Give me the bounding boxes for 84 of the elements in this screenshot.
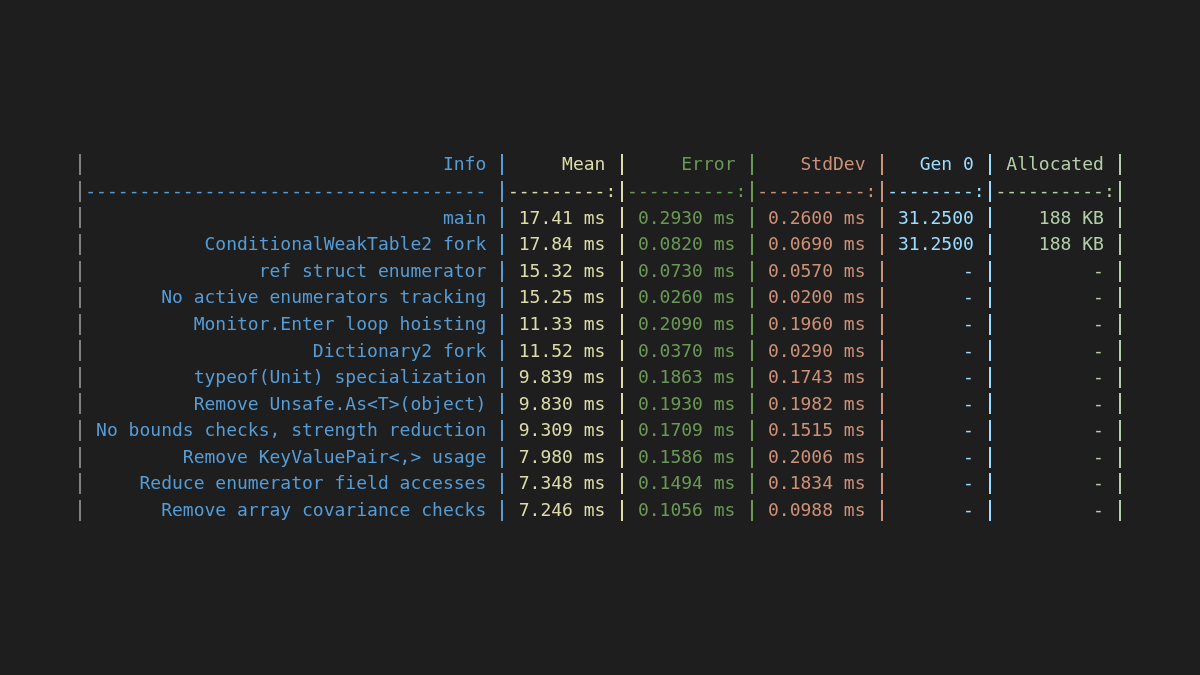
table-cell-text: - <box>962 444 975 469</box>
column-header: Info <box>441 152 488 177</box>
table-cell-text: 0.0370 ms <box>636 338 737 363</box>
table-cell-text: 0.0988 ms <box>766 498 867 523</box>
table-cell-text: ConditionalWeakTable2 fork <box>203 232 488 257</box>
table-cell-text: - <box>962 498 975 523</box>
table-cell-text: - <box>1092 338 1105 363</box>
table-cell-text: 188 KB <box>1037 205 1105 230</box>
table-cell-text: - <box>1092 258 1105 283</box>
table-cell-text: - <box>962 471 975 496</box>
table-cell-text: Remove Unsafe.As<T>(object) <box>192 391 488 416</box>
table-cell-text: Dictionary2 fork <box>311 338 488 363</box>
separator-text: ------------------------------------- <box>85 178 488 203</box>
table-cell-text: - <box>962 365 975 390</box>
table-cell-text: 15.32 ms <box>517 258 607 283</box>
table-cell-text: - <box>1092 391 1105 416</box>
table-cell-text: 7.246 ms <box>517 498 607 523</box>
table-cell-text: 0.0820 ms <box>636 232 737 257</box>
separator-text: ----------: <box>757 178 877 203</box>
column-header: Error <box>680 152 737 177</box>
table-cell-text: 0.1982 ms <box>766 391 867 416</box>
table-cell-text: Monitor.Enter loop hoisting <box>192 311 488 336</box>
table-cell-text: - <box>1092 444 1105 469</box>
table-cell-text: 0.1709 ms <box>636 418 737 443</box>
table-cell-text: 0.2090 ms <box>636 311 737 336</box>
table-cell-text: - <box>962 258 975 283</box>
table-cell-text: 0.2006 ms <box>766 444 867 469</box>
table-cell-text: 0.2930 ms <box>636 205 737 230</box>
table-cell-text: 0.1586 ms <box>636 444 737 469</box>
table-cell-text: 17.84 ms <box>517 232 607 257</box>
table-cell-text: - <box>1092 471 1105 496</box>
table-cell-text: 0.1494 ms <box>636 471 737 496</box>
table-cell-text: No active enumerators tracking <box>160 285 488 310</box>
table-cell-text: 7.348 ms <box>517 471 607 496</box>
table-cell-text: - <box>962 311 975 336</box>
table-cell-text: 31.2500 <box>897 232 975 257</box>
separator-text: --------: <box>887 178 985 203</box>
table-cell-text: 0.1930 ms <box>636 391 737 416</box>
separator-text: ---------: <box>507 178 617 203</box>
table-cell-text: 9.830 ms <box>517 391 607 416</box>
table-cell-text: - <box>962 285 975 310</box>
table-cell-text: main <box>441 205 488 230</box>
column-header: Allocated <box>1005 152 1105 177</box>
table-cell-text: No bounds checks, strength reduction <box>95 418 488 443</box>
table-cell-text: 9.309 ms <box>517 418 607 443</box>
table-cell-text: 188 KB <box>1037 232 1105 257</box>
table-cell-text: 0.0570 ms <box>766 258 867 283</box>
table-cell-text: 0.1056 ms <box>636 498 737 523</box>
table-cell-text: 11.52 ms <box>517 338 607 363</box>
table-cell-text: 15.25 ms <box>517 285 607 310</box>
table-cell-text: Remove KeyValuePair<,> usage <box>181 444 488 469</box>
column-header: Mean <box>561 152 607 177</box>
table-cell-text: typeof(Unit) specialization <box>192 365 488 390</box>
table-cell-text: ref struct enumerator <box>257 258 488 283</box>
table-cell-text: Remove array covariance checks <box>160 498 488 523</box>
table-cell-text: 0.0290 ms <box>766 338 867 363</box>
table-cell-text: Reduce enumerator field accesses <box>138 471 488 496</box>
table-cell-text: 0.1743 ms <box>766 365 867 390</box>
table-cell-text: 0.1834 ms <box>766 471 867 496</box>
table-cell-text: 0.0730 ms <box>636 258 737 283</box>
table-cell-text: - <box>1092 418 1105 443</box>
table-cell-text: 0.1515 ms <box>766 418 867 443</box>
table-cell-text: 0.2600 ms <box>766 205 867 230</box>
table-cell-text: 0.0260 ms <box>636 285 737 310</box>
table-cell-text: 7.980 ms <box>517 444 607 469</box>
table-cell-text: 31.2500 <box>897 205 975 230</box>
table-cell-text: - <box>1092 311 1105 336</box>
table-cell-text: 0.0690 ms <box>766 232 867 257</box>
column-header: Gen 0 <box>918 152 975 177</box>
table-cell-text: 11.33 ms <box>517 311 607 336</box>
table-cell-text: - <box>962 418 975 443</box>
table-cell-text: 0.1960 ms <box>766 311 867 336</box>
table-cell-text: - <box>1092 365 1105 390</box>
table-cell-text: 0.0200 ms <box>766 285 867 310</box>
table-cell-text: 9.839 ms <box>517 365 607 390</box>
separator-text: ----------: <box>627 178 747 203</box>
table-cell-text: 17.41 ms <box>517 205 607 230</box>
table-cell-text: - <box>1092 498 1105 523</box>
column-header: StdDev <box>799 152 867 177</box>
table-cell-text: - <box>962 338 975 363</box>
table-cell-text: 0.1863 ms <box>636 365 737 390</box>
table-cell-text: - <box>1092 285 1105 310</box>
separator-text: ----------: <box>995 178 1115 203</box>
table-cell-text: - <box>962 391 975 416</box>
